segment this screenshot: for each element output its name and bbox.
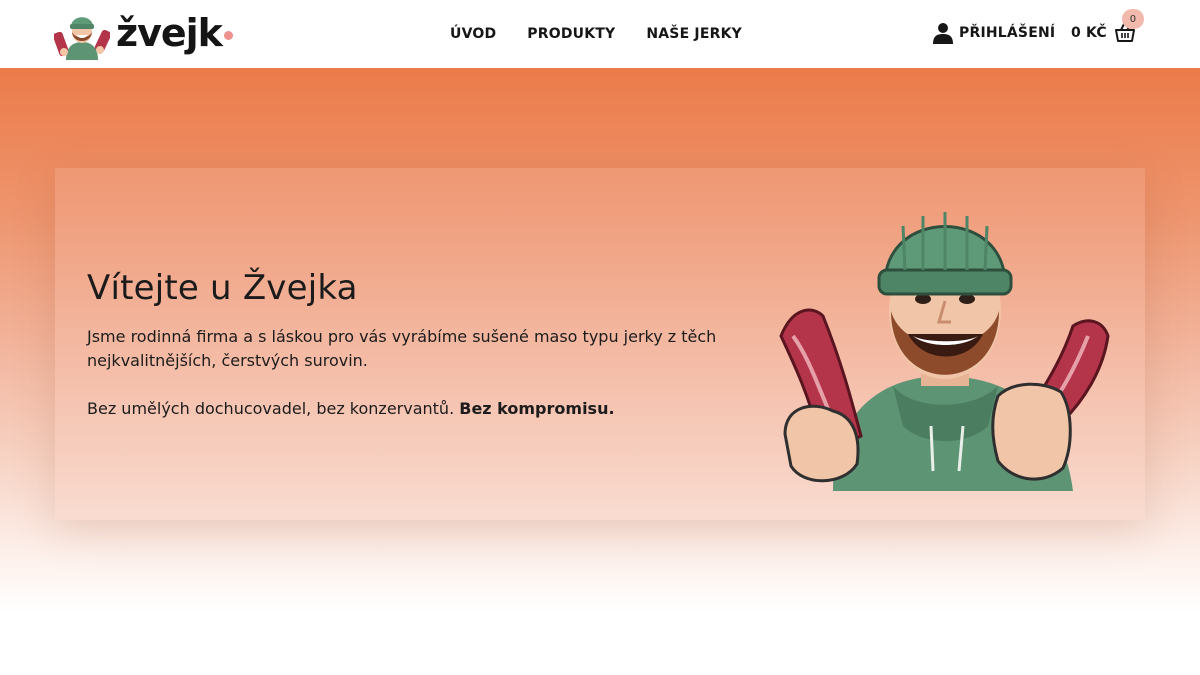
logo-link[interactable]: žvejk <box>54 10 233 60</box>
logo-dot <box>223 30 233 40</box>
logo-avatar-icon <box>54 17 110 60</box>
nav-item-produkty[interactable]: PRODUKTY <box>527 26 615 42</box>
cart-icon-wrap: 0 <box>1114 9 1144 44</box>
nav-item-uvod[interactable]: ÚVOD <box>450 26 496 42</box>
user-icon <box>933 23 953 44</box>
page-below-hero <box>0 613 1200 675</box>
login-link[interactable]: PŘIHLÁŠENÍ <box>933 22 1055 44</box>
cart-count-badge: 0 <box>1121 9 1144 29</box>
nav-item-nase-jerky[interactable]: NAŠE JERKY <box>646 26 742 42</box>
cart-total: 0 KČ <box>1071 25 1107 41</box>
cart-link[interactable]: 0 KČ 0 <box>1071 9 1144 44</box>
login-label: PŘIHLÁŠENÍ <box>959 25 1056 41</box>
hero-title: Vítejte u Žvejka <box>87 268 358 308</box>
hero-paragraph-2-text: Bez umělých dochucovadel, bez konzervant… <box>87 399 455 418</box>
site-header: žvejk ÚVOD PRODUKTY NAŠE JERKY PŘIHLÁŠEN… <box>0 0 1200 68</box>
hero-paragraph-2: Bez umělých dochucovadel, bez konzervant… <box>87 397 737 421</box>
hero-card: Vítejte u Žvejka Jsme rodinná firma a s … <box>55 168 1145 520</box>
main-nav: ÚVOD PRODUKTY NAŠE JERKY <box>450 0 773 68</box>
man-with-jerky-illustration <box>779 212 1110 491</box>
logo-text: žvejk <box>116 11 223 55</box>
hero-paragraph-2-bold: Bez kompromisu. <box>459 399 615 418</box>
hero-paragraph: Jsme rodinná firma a s láskou pro vás vy… <box>87 327 717 370</box>
